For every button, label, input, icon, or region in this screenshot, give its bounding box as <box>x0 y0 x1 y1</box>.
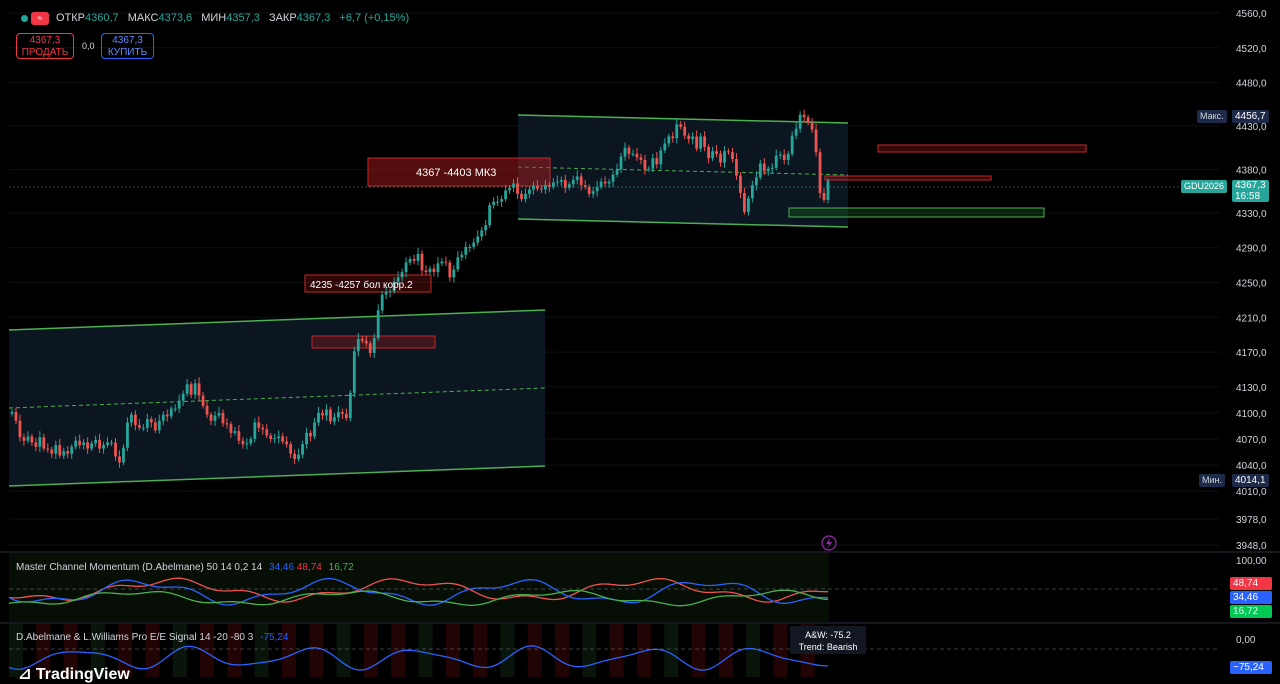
channel-lower[interactable] <box>8 309 546 487</box>
price-tick-label: 3978,0 <box>1236 515 1267 526</box>
price-tick-label: 4520,0 <box>1236 44 1267 55</box>
ind1-green-tag: 16,72 <box>1230 605 1272 618</box>
indicator1-title-row[interactable]: Master Channel Momentum (D.Abelmane) 50 … <box>16 562 354 573</box>
ind1-axis-top: 100,00 <box>1236 556 1267 567</box>
sell-price: 4367,3 <box>29 35 61 46</box>
trend-line1: A&W: -75.2 <box>805 630 851 640</box>
low-value: 4357,3 <box>226 12 260 24</box>
max-value: 4456,7 <box>1232 110 1269 123</box>
price-tick-label: 4430,0 <box>1236 122 1267 133</box>
ind2-band <box>718 624 733 677</box>
brand-text: TradingView <box>35 666 130 683</box>
price-tick-label: 4040,0 <box>1236 461 1267 472</box>
price-tick-label: 4210,0 <box>1236 313 1267 324</box>
ind2-band <box>555 624 569 677</box>
price-tick-label: 4250,0 <box>1236 279 1267 290</box>
price-tick-label: 4560,0 <box>1236 9 1267 20</box>
ind2-band <box>609 624 624 677</box>
zone-red-top[interactable] <box>877 144 1087 153</box>
ind2-band <box>309 624 324 677</box>
symbol-tag: GDU2026 <box>1181 180 1228 193</box>
ind2-band <box>473 624 488 677</box>
ind2-band <box>664 624 679 677</box>
price-tick-label: 4290,0 <box>1236 244 1267 255</box>
indicator1-title: Master Channel Momentum (D.Abelmane) 50 … <box>16 562 263 573</box>
ind2-band <box>773 624 788 677</box>
spread-value: 0,0 <box>82 41 95 51</box>
price-tick-label: 4010,0 <box>1236 487 1267 498</box>
price-tick-label: 4330,0 <box>1236 209 1267 220</box>
min-label: Мин. <box>1199 474 1225 487</box>
ind2-band <box>418 624 433 677</box>
status-dots-icon[interactable]: ≈ <box>18 12 50 26</box>
candle <box>818 148 822 199</box>
tradingview-logo: ⊿ TradingView <box>18 664 130 684</box>
ind2-band <box>527 624 542 677</box>
price-tick-label: 4130,0 <box>1236 383 1267 394</box>
chart-canvas[interactable]: 4367 -4403 МК3 4235 -4257 бол корр.2 456… <box>0 0 1280 677</box>
price-tick-label: 4170,0 <box>1236 348 1267 359</box>
price-tick-label: 4380,0 <box>1236 166 1267 177</box>
low-label: МИН <box>201 12 227 24</box>
trend-info-box: A&W: -75.2 Trend: Bearish <box>790 626 866 654</box>
indicator2-title-row[interactable]: D.Abelmane & L.Williams Pro E/E Signal 1… <box>16 632 288 643</box>
zone-green[interactable] <box>788 207 1045 218</box>
max-label: Макс. <box>1197 110 1227 123</box>
ohlc-header: ОТКР4360,7 МАКС4373,6 МИН4357,3 ЗАКР4367… <box>56 12 415 24</box>
annotation-mk3: 4367 -4403 МК3 <box>416 167 496 179</box>
sell-label: ПРОДАТЬ <box>21 47 69 58</box>
indicator1-red-value: 48,74 <box>296 562 322 573</box>
buy-label: КУПИТЬ <box>107 47 148 58</box>
change-value: +6,7 (+0,15%) <box>339 12 410 24</box>
high-value: 4373,6 <box>158 12 193 24</box>
ind1-blue-tag: 34,46 <box>1230 591 1272 604</box>
high-label: МАКС <box>127 12 159 24</box>
price-tick-label: 3948,0 <box>1236 541 1267 552</box>
annotation-corr2: 4235 -4257 бол корр.2 <box>310 279 413 291</box>
ind2-band <box>336 624 351 677</box>
price-tick-label: 4480,0 <box>1236 79 1267 90</box>
candle <box>488 202 492 228</box>
indicator2-value: -75,24 <box>260 632 289 643</box>
buy-button[interactable]: 4367,3 КУПИТЬ <box>101 33 154 59</box>
ind1-red-tag: 48,74 <box>1230 577 1272 590</box>
trend-line2: Trend: Bearish <box>798 642 858 652</box>
ind2-value-tag: −75,24 <box>1230 661 1272 674</box>
ind2-band <box>500 624 515 677</box>
ind2-band <box>445 624 460 677</box>
min-value: 4014,1 <box>1232 474 1269 487</box>
candle <box>348 390 352 422</box>
price-tick-label: 4100,0 <box>1236 409 1267 420</box>
ind2-band <box>582 624 597 677</box>
buy-price: 4367,3 <box>112 35 143 46</box>
indicator1-green-value: 16,72 <box>328 562 354 573</box>
tradingview-icon: ⊿ <box>18 666 32 683</box>
price-tick-label: 4070,0 <box>1236 435 1267 446</box>
last-price: 4367,3 <box>1235 180 1266 191</box>
candle <box>329 406 332 425</box>
close-label: ЗАКР <box>268 12 297 24</box>
last-price-tag: 4367,3 16:58 <box>1232 180 1269 202</box>
close-value: 4367,3 <box>296 12 331 24</box>
zone-red-mid[interactable] <box>824 175 992 181</box>
ind2-axis-top: 0,00 <box>1236 635 1256 646</box>
indicator1-blue-value: 34,46 <box>269 562 295 573</box>
sell-button[interactable]: 4367,3 ПРОДАТЬ <box>16 33 74 59</box>
countdown: 16:58 <box>1235 191 1261 202</box>
open-value: 4360,7 <box>85 12 119 24</box>
candle <box>826 178 830 204</box>
open-label: ОТКР <box>56 12 86 24</box>
indicator2-title: D.Abelmane & L.Williams Pro E/E Signal 1… <box>16 632 254 643</box>
candle <box>352 346 356 398</box>
